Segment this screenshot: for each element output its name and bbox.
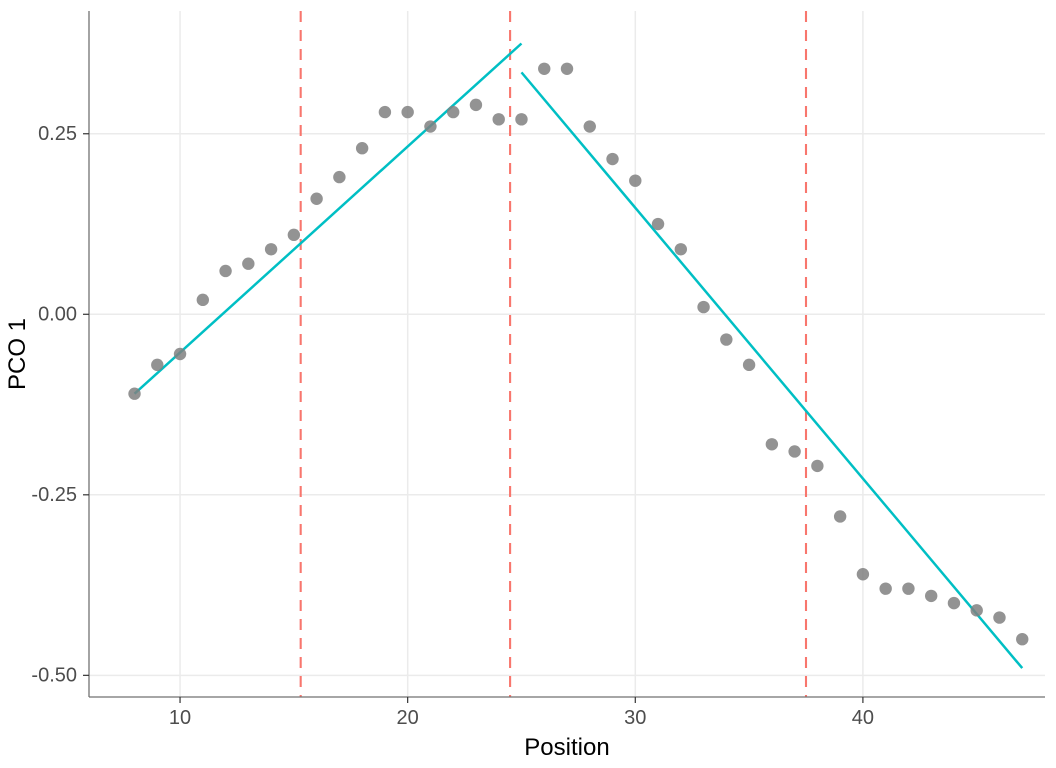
data-point: [265, 243, 277, 255]
scatter-plot: 10 20 30 40 -0.50 -0.25 0.00 0.25 Position PCO 1: [0, 0, 1056, 768]
data-point: [310, 193, 322, 205]
data-point: [219, 265, 231, 277]
y-tick-label: -0.25: [31, 484, 77, 506]
data-point: [242, 258, 254, 270]
x-tick-label: 10: [169, 707, 191, 729]
data-point: [925, 590, 937, 602]
data-point: [993, 611, 1005, 623]
data-point: [879, 582, 891, 594]
data-point: [151, 359, 163, 371]
data-point: [675, 243, 687, 255]
data-point: [447, 106, 459, 118]
data-point: [356, 142, 368, 154]
data-point: [584, 120, 596, 132]
data-point: [857, 568, 869, 580]
y-axis-title: PCO 1: [4, 318, 31, 390]
x-tick-label: 30: [624, 707, 646, 729]
data-point: [766, 438, 778, 450]
data-point: [834, 510, 846, 522]
plot-background: [89, 11, 1045, 697]
x-tick-label: 20: [397, 707, 419, 729]
data-point: [743, 359, 755, 371]
data-point: [652, 218, 664, 230]
y-tick-label: 0.00: [38, 303, 77, 325]
data-point: [538, 63, 550, 75]
x-axis-title: Position: [524, 734, 609, 761]
data-point: [948, 597, 960, 609]
data-point: [697, 301, 709, 313]
data-point: [493, 113, 505, 125]
data-point: [720, 333, 732, 345]
y-tick-label: -0.50: [31, 664, 77, 686]
data-point: [902, 582, 914, 594]
chart-container: 10 20 30 40 -0.50 -0.25 0.00 0.25 Position PCO 1: [0, 0, 1056, 768]
x-tick-label: 40: [852, 707, 874, 729]
y-tick-label: 0.25: [38, 123, 77, 145]
data-point: [197, 294, 209, 306]
data-point: [515, 113, 527, 125]
data-point: [629, 174, 641, 186]
data-point: [288, 229, 300, 241]
data-point: [1016, 633, 1028, 645]
data-point: [424, 120, 436, 132]
data-point: [333, 171, 345, 183]
data-point: [128, 388, 140, 400]
data-point: [606, 153, 618, 165]
data-point: [401, 106, 413, 118]
data-point: [379, 106, 391, 118]
data-point: [470, 99, 482, 111]
data-point: [561, 63, 573, 75]
data-point: [788, 445, 800, 457]
data-point: [174, 348, 186, 360]
data-point: [971, 604, 983, 616]
data-point: [811, 460, 823, 472]
